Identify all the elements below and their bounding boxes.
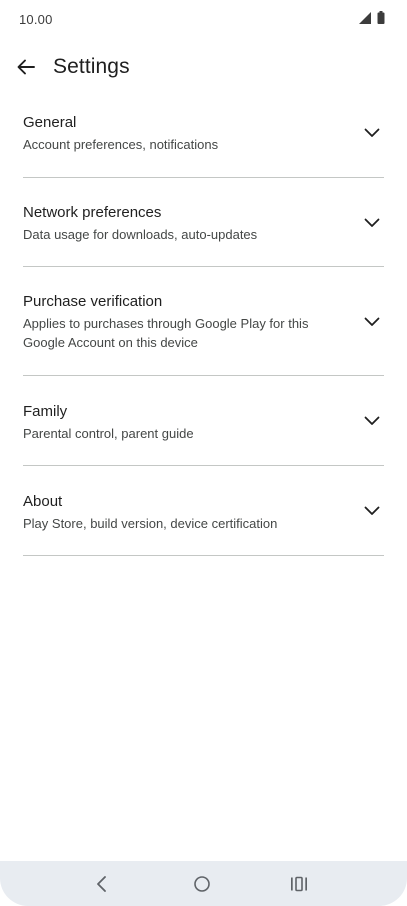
settings-item-title: Purchase verification: [23, 293, 163, 310]
settings-item-title: About: [23, 493, 63, 510]
settings-item-title: Family: [23, 403, 68, 420]
chevron-down-icon[interactable]: [362, 501, 382, 521]
divider: [23, 177, 384, 178]
recents-nav-icon: [290, 876, 308, 892]
nav-recents-button[interactable]: [285, 870, 313, 898]
app-bar: Settings: [0, 45, 407, 89]
status-icons: [359, 11, 385, 29]
chevron-down-icon[interactable]: [362, 123, 382, 143]
settings-item-about[interactable]: About Play Store, build version, device …: [0, 487, 407, 557]
nav-home-button[interactable]: [188, 870, 216, 898]
divider: [23, 375, 384, 376]
home-nav-icon: [193, 875, 211, 893]
divider: [23, 555, 384, 556]
settings-item-title: Network preferences: [23, 204, 162, 221]
back-nav-icon: [95, 875, 109, 893]
status-bar: 10.00: [0, 0, 407, 40]
nav-back-button[interactable]: [88, 870, 116, 898]
arrow-back-icon: [16, 57, 36, 77]
settings-item-subtitle: Play Store, build version, device certif…: [23, 516, 278, 531]
status-time: 10.00: [19, 12, 53, 27]
settings-item-family[interactable]: Family Parental control, parent guide: [0, 397, 407, 467]
divider: [23, 465, 384, 466]
back-button[interactable]: [12, 53, 40, 81]
settings-item-subtitle: Parental control, parent guide: [23, 426, 194, 441]
chevron-down-icon[interactable]: [362, 411, 382, 431]
chevron-down-icon[interactable]: [362, 312, 382, 332]
system-nav-bar: [0, 861, 407, 906]
settings-screen: 10.00 Settings General Account preferenc…: [0, 0, 407, 906]
settings-item-purchase-verification[interactable]: Purchase verification Applies to purchas…: [0, 287, 407, 377]
settings-item-subtitle: Applies to purchases through Google Play…: [23, 316, 309, 350]
settings-item-subtitle: Data usage for downloads, auto-updates: [23, 227, 258, 242]
settings-item-title: General: [23, 114, 77, 131]
settings-item-subtitle: Account preferences, notifications: [23, 137, 219, 152]
settings-item-general[interactable]: General Account preferences, notificatio…: [0, 108, 407, 178]
battery-icon: [377, 11, 385, 29]
divider: [23, 266, 384, 267]
chevron-down-icon[interactable]: [362, 213, 382, 233]
settings-item-network-preferences[interactable]: Network preferences Data usage for downl…: [0, 198, 407, 268]
signal-icon: [359, 11, 371, 29]
page-title: Settings: [53, 55, 130, 78]
